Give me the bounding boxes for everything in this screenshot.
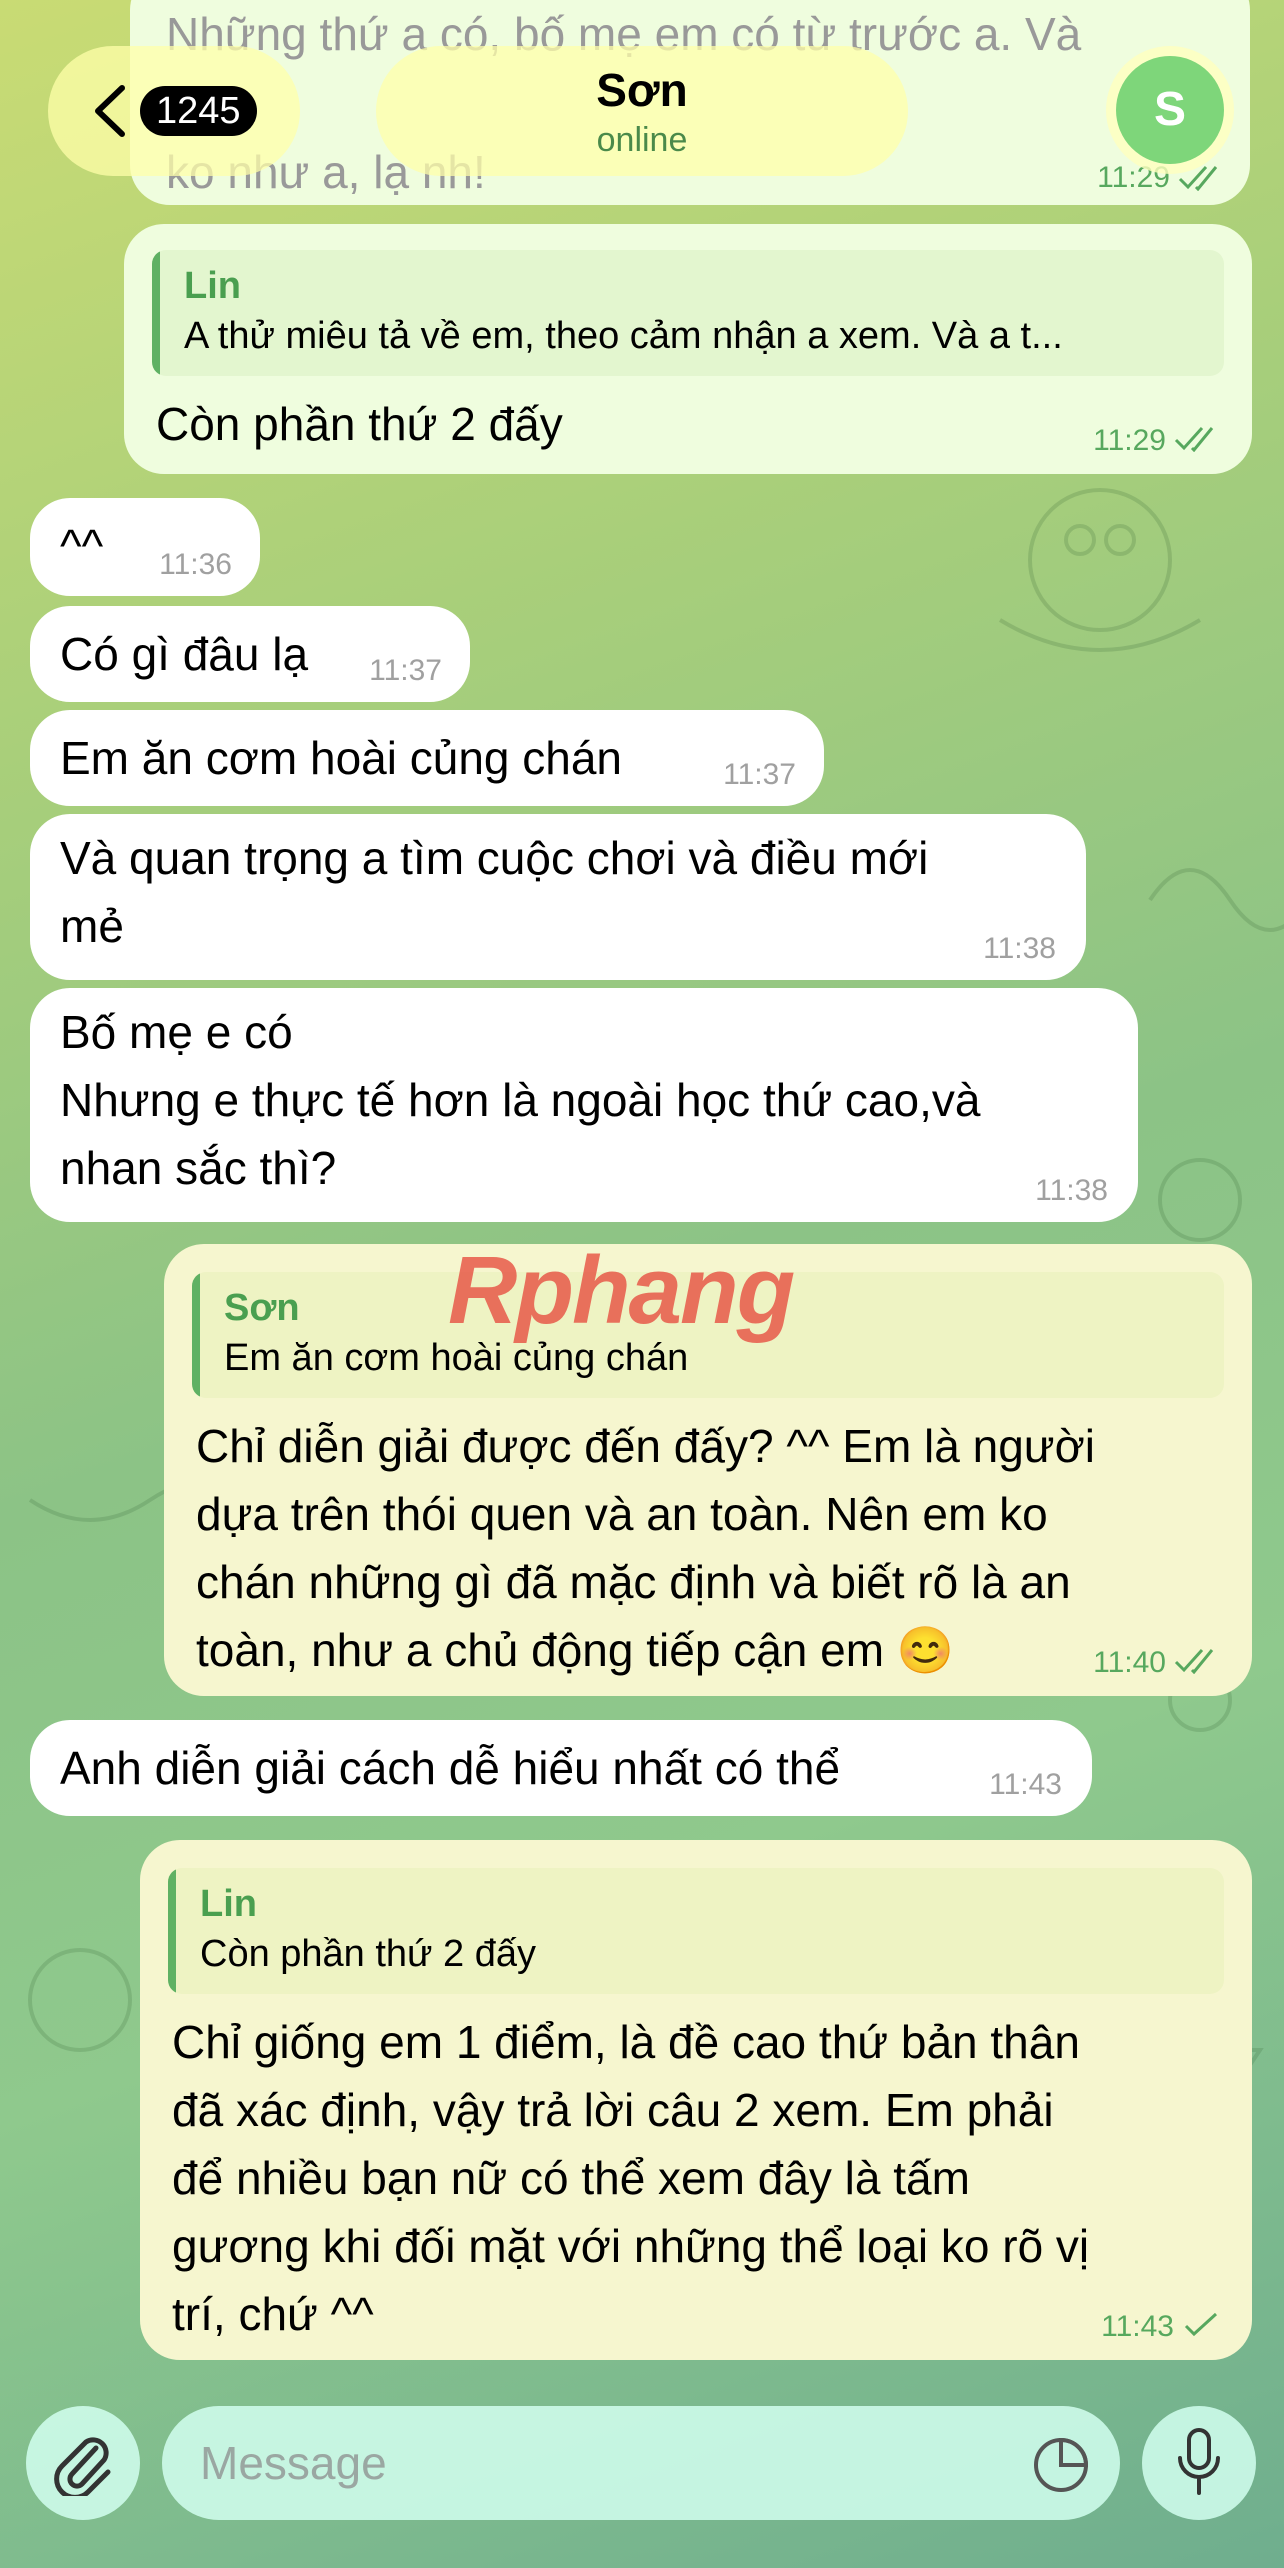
incoming-message[interactable]: Và quan trọng a tìm cuộc chơi và điều mớ… <box>30 814 1086 980</box>
microphone-icon <box>1178 2428 1220 2495</box>
contact-name: Sơn <box>596 64 688 116</box>
message-time: 11:36 <box>159 548 232 581</box>
voice-record-button[interactable] <box>1142 2406 1256 2520</box>
back-button[interactable]: 1245 <box>48 46 300 176</box>
chevron-left-icon <box>95 85 125 137</box>
incoming-message[interactable]: Em ăn cơm hoài củng chán 11:37 <box>30 710 824 806</box>
attach-button[interactable] <box>26 2406 140 2520</box>
watermark-text: Rphang <box>448 1237 795 1344</box>
message-text: Có gì đâu lạ <box>60 628 309 680</box>
message-input[interactable]: Message <box>162 2406 1120 2520</box>
outgoing-message[interactable]: Lin Còn phần thứ 2 đấy Chỉ giống em 1 đi… <box>140 1840 1252 2360</box>
paperclip-icon <box>54 2437 111 2496</box>
avatar-letter: S <box>1153 83 1186 136</box>
outgoing-message[interactable]: Lin A thử miêu tả về em, theo cảm nhận a… <box>124 224 1252 474</box>
reply-author: Lin <box>184 265 241 307</box>
contact-avatar[interactable]: S <box>1106 46 1234 174</box>
message-text: Còn phần thứ 2 đấy <box>156 398 563 450</box>
message-text: Anh diễn giải cách dễ hiểu nhất có thể <box>60 1742 841 1794</box>
incoming-message[interactable]: Bố mẹ e có Nhưng e thực tế hơn là ngoài … <box>30 988 1138 1222</box>
message-time: 11:40 <box>1093 1646 1166 1679</box>
incoming-message[interactable]: Anh diễn giải cách dễ hiểu nhất có thể 1… <box>30 1720 1092 1816</box>
message-text: Chỉ diễn giải được đến đấy? ^^ Em là ngư… <box>196 1420 1095 1676</box>
reply-quote[interactable]: Lin Còn phần thứ 2 đấy <box>168 1868 1224 1994</box>
chat-title-area[interactable]: Sơn online <box>376 46 908 176</box>
contact-status: online <box>596 121 688 159</box>
reply-author: Lin <box>200 1883 257 1925</box>
incoming-message[interactable]: Có gì đâu lạ 11:37 <box>30 606 470 702</box>
message-time: 11:37 <box>369 654 442 687</box>
message-input-placeholder: Message <box>200 2437 387 2489</box>
reply-text: Còn phần thứ 2 đấy <box>200 1933 537 1975</box>
message-text: Chỉ giống em 1 điểm, là đề cao thứ bản t… <box>172 2016 1090 2340</box>
message-text: Bố mẹ e có Nhưng e thực tế hơn là ngoài … <box>60 1006 981 1194</box>
reply-quote[interactable]: Lin A thử miêu tả về em, theo cảm nhận a… <box>152 250 1224 376</box>
sent-check-icon <box>1184 2312 1218 2337</box>
message-text: Em ăn cơm hoài củng chán <box>60 732 623 784</box>
message-time: 11:43 <box>1101 2310 1174 2343</box>
message-time: 11:29 <box>1093 424 1166 457</box>
sticker-icon[interactable] <box>1032 2436 1090 2494</box>
message-text: ^^ <box>60 520 104 572</box>
message-text: Và quan trọng a tìm cuộc chơi và điều mớ… <box>60 832 929 952</box>
incoming-message[interactable]: ^^ 11:36 <box>30 498 260 596</box>
message-time: 11:38 <box>1035 1174 1108 1207</box>
unread-count-badge: 1245 <box>140 86 257 136</box>
message-time: 11:37 <box>723 758 796 791</box>
read-double-check-icon <box>1174 426 1214 452</box>
read-double-check-icon <box>1174 1648 1214 1674</box>
message-time: 11:43 <box>989 1768 1062 1801</box>
avatar-circle: S <box>1116 56 1224 164</box>
message-time: 11:38 <box>983 932 1056 965</box>
reply-text: A thử miêu tả về em, theo cảm nhận a xem… <box>184 315 1063 357</box>
watermark-logo: Rphang <box>448 1236 795 1346</box>
